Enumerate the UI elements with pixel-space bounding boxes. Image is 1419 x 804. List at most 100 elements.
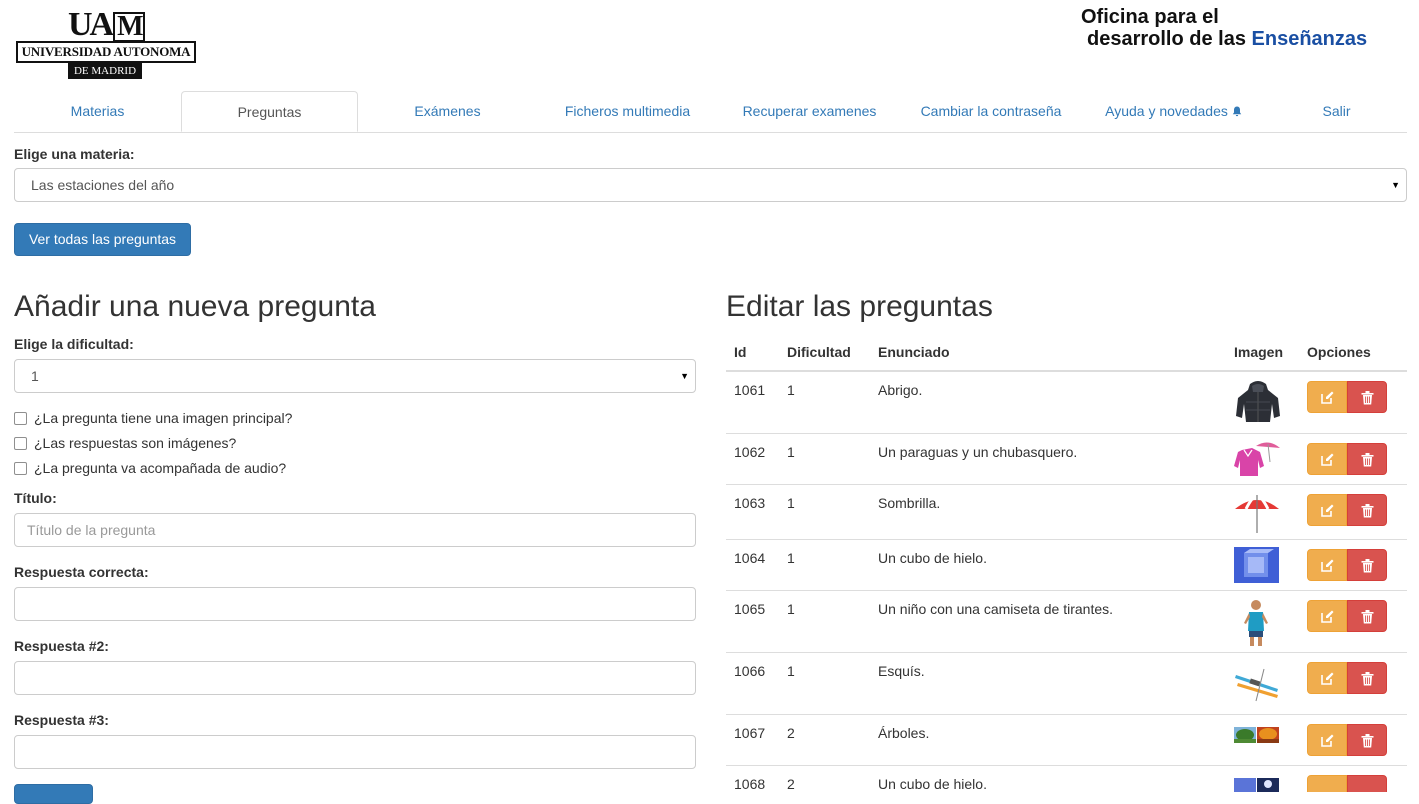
difficulty-select-value: 1: [31, 368, 39, 384]
row-id: 1065: [734, 601, 766, 617]
ode-logo-accent: Enseñanzas: [1251, 28, 1368, 50]
edit-button[interactable]: [1307, 724, 1347, 756]
ice-cube-image: [1234, 547, 1279, 583]
difficulty-label: Elige la dificultad:: [14, 336, 134, 352]
row-statement: Sombrilla.: [878, 495, 941, 511]
row-statement: Abrigo.: [878, 382, 923, 398]
delete-button[interactable]: [1347, 600, 1387, 632]
row-difficulty: 1: [787, 495, 795, 511]
ice-cube-image-2: [1234, 778, 1279, 792]
row-difficulty: 1: [787, 663, 795, 679]
uam-monogram: UA M: [68, 8, 145, 42]
delete-button[interactable]: [1347, 381, 1387, 413]
tab-recuperar-examenes[interactable]: Recuperar examenes: [718, 91, 901, 132]
delete-button[interactable]: [1347, 775, 1387, 792]
title-input[interactable]: [14, 513, 696, 547]
delete-button[interactable]: [1347, 662, 1387, 694]
row-id: 1068: [734, 776, 766, 792]
row-statement: Un cubo de hielo.: [878, 776, 987, 792]
tab-preguntas[interactable]: Preguntas: [181, 91, 358, 132]
image-answers-checkbox-label: ¿Las respuestas son imágenes?: [34, 435, 237, 451]
ode-logo-line1: Oficina para el: [1081, 6, 1219, 28]
uam-logo-name: UNIVERSIDAD AUTONOMA: [16, 41, 196, 63]
image-answers-checkbox[interactable]: [14, 436, 27, 450]
uam-logo-subtitle: DE MADRID: [68, 63, 142, 79]
difficulty-select[interactable]: 1 ▼: [14, 359, 696, 393]
trash-icon: [1361, 559, 1374, 573]
tab-salir[interactable]: Salir: [1266, 91, 1407, 132]
ode-logo-line2: desarrollo de las Enseñanzas: [1078, 28, 1412, 50]
trash-icon: [1361, 504, 1374, 518]
answer3-label: Respuesta #3:: [14, 712, 109, 728]
row-difficulty: 1: [787, 382, 795, 398]
trees-image: [1234, 727, 1279, 743]
delete-button[interactable]: [1347, 724, 1387, 756]
edit-button[interactable]: [1307, 549, 1347, 581]
edit-button[interactable]: [1307, 381, 1347, 413]
tab-ficheros-multimedia[interactable]: Ficheros multimedia: [537, 91, 718, 132]
audio-checkbox-row[interactable]: ¿La pregunta va acompañada de audio?: [14, 459, 286, 477]
uam-logo: UA M UNIVERSIDAD AUTONOMA DE MADRID: [16, 8, 196, 79]
main-image-checkbox[interactable]: [14, 411, 27, 425]
edit-button[interactable]: [1307, 775, 1347, 792]
add-question-button[interactable]: [14, 784, 93, 804]
row-id: 1062: [734, 444, 766, 460]
edit-button[interactable]: [1307, 600, 1347, 632]
table-row: 1061 1 Abrigo.: [726, 372, 1407, 433]
delete-button[interactable]: [1347, 443, 1387, 475]
raincoat-umbrella-image: [1234, 442, 1280, 476]
edit-icon: [1321, 610, 1334, 623]
row-id: 1066: [734, 663, 766, 679]
tab-cambiar-contrasena[interactable]: Cambiar la contraseña: [901, 91, 1081, 132]
edit-icon: [1321, 504, 1334, 517]
row-id: 1063: [734, 495, 766, 511]
caret-down-icon: ▼: [680, 371, 689, 381]
materia-select[interactable]: Las estaciones del año ▼: [14, 168, 1407, 202]
row-statement: Un cubo de hielo.: [878, 550, 987, 566]
audio-checkbox-label: ¿La pregunta va acompañada de audio?: [34, 460, 287, 476]
column-header-difficulty: Dificultad: [787, 344, 851, 360]
table-row: 1062 1 Un paraguas y un chubasquero.: [726, 433, 1407, 485]
answer3-input[interactable]: [14, 735, 696, 769]
table-row: 1063 1 Sombrilla.: [726, 484, 1407, 540]
main-image-checkbox-label: ¿La pregunta tiene una imagen principal?: [34, 410, 293, 426]
trash-icon: [1361, 734, 1374, 748]
edit-icon: [1321, 453, 1334, 466]
audio-checkbox[interactable]: [14, 461, 27, 475]
answer2-input[interactable]: [14, 661, 696, 695]
new-question-heading: Añadir una nueva pregunta: [14, 290, 376, 323]
title-label: Título:: [14, 490, 57, 506]
answer2-label: Respuesta #2:: [14, 638, 109, 654]
row-statement: Esquís.: [878, 663, 925, 679]
edit-button[interactable]: [1307, 443, 1347, 475]
table-row: 1067 2 Árboles.: [726, 714, 1407, 766]
delete-button[interactable]: [1347, 494, 1387, 526]
table-row: 1068 2 Un cubo de hielo.: [726, 765, 1407, 792]
image-answers-checkbox-row[interactable]: ¿Las respuestas son imágenes?: [14, 434, 236, 452]
correct-answer-input[interactable]: [14, 587, 696, 621]
edit-icon: [1321, 734, 1334, 747]
trash-icon: [1361, 391, 1374, 405]
trash-icon: [1361, 610, 1374, 624]
edit-button[interactable]: [1307, 494, 1347, 526]
row-difficulty: 2: [787, 725, 795, 741]
edit-button[interactable]: [1307, 662, 1347, 694]
edit-icon: [1321, 559, 1334, 572]
tab-examenes[interactable]: Exámenes: [358, 91, 537, 132]
row-difficulty: 1: [787, 550, 795, 566]
column-header-statement: Enunciado: [878, 344, 950, 360]
main-image-checkbox-row[interactable]: ¿La pregunta tiene una imagen principal?: [14, 409, 292, 427]
materia-select-value: Las estaciones del año: [31, 177, 175, 193]
tab-materias[interactable]: Materias: [14, 91, 181, 132]
view-all-questions-button[interactable]: Ver todas las preguntas: [14, 223, 191, 256]
tab-ayuda-novedades[interactable]: Ayuda y novedades: [1081, 91, 1266, 132]
table-row: 1065 1 Un niño con una camiseta de tiran…: [726, 590, 1407, 653]
row-id: 1061: [734, 382, 766, 398]
tab-ayuda-label: Ayuda y novedades: [1105, 103, 1228, 119]
edit-questions-heading: Editar las preguntas: [726, 290, 993, 323]
delete-button[interactable]: [1347, 549, 1387, 581]
row-difficulty: 1: [787, 601, 795, 617]
child-tank-top-image: [1244, 600, 1268, 646]
row-difficulty: 1: [787, 444, 795, 460]
row-statement: Un paraguas y un chubasquero.: [878, 444, 1078, 460]
